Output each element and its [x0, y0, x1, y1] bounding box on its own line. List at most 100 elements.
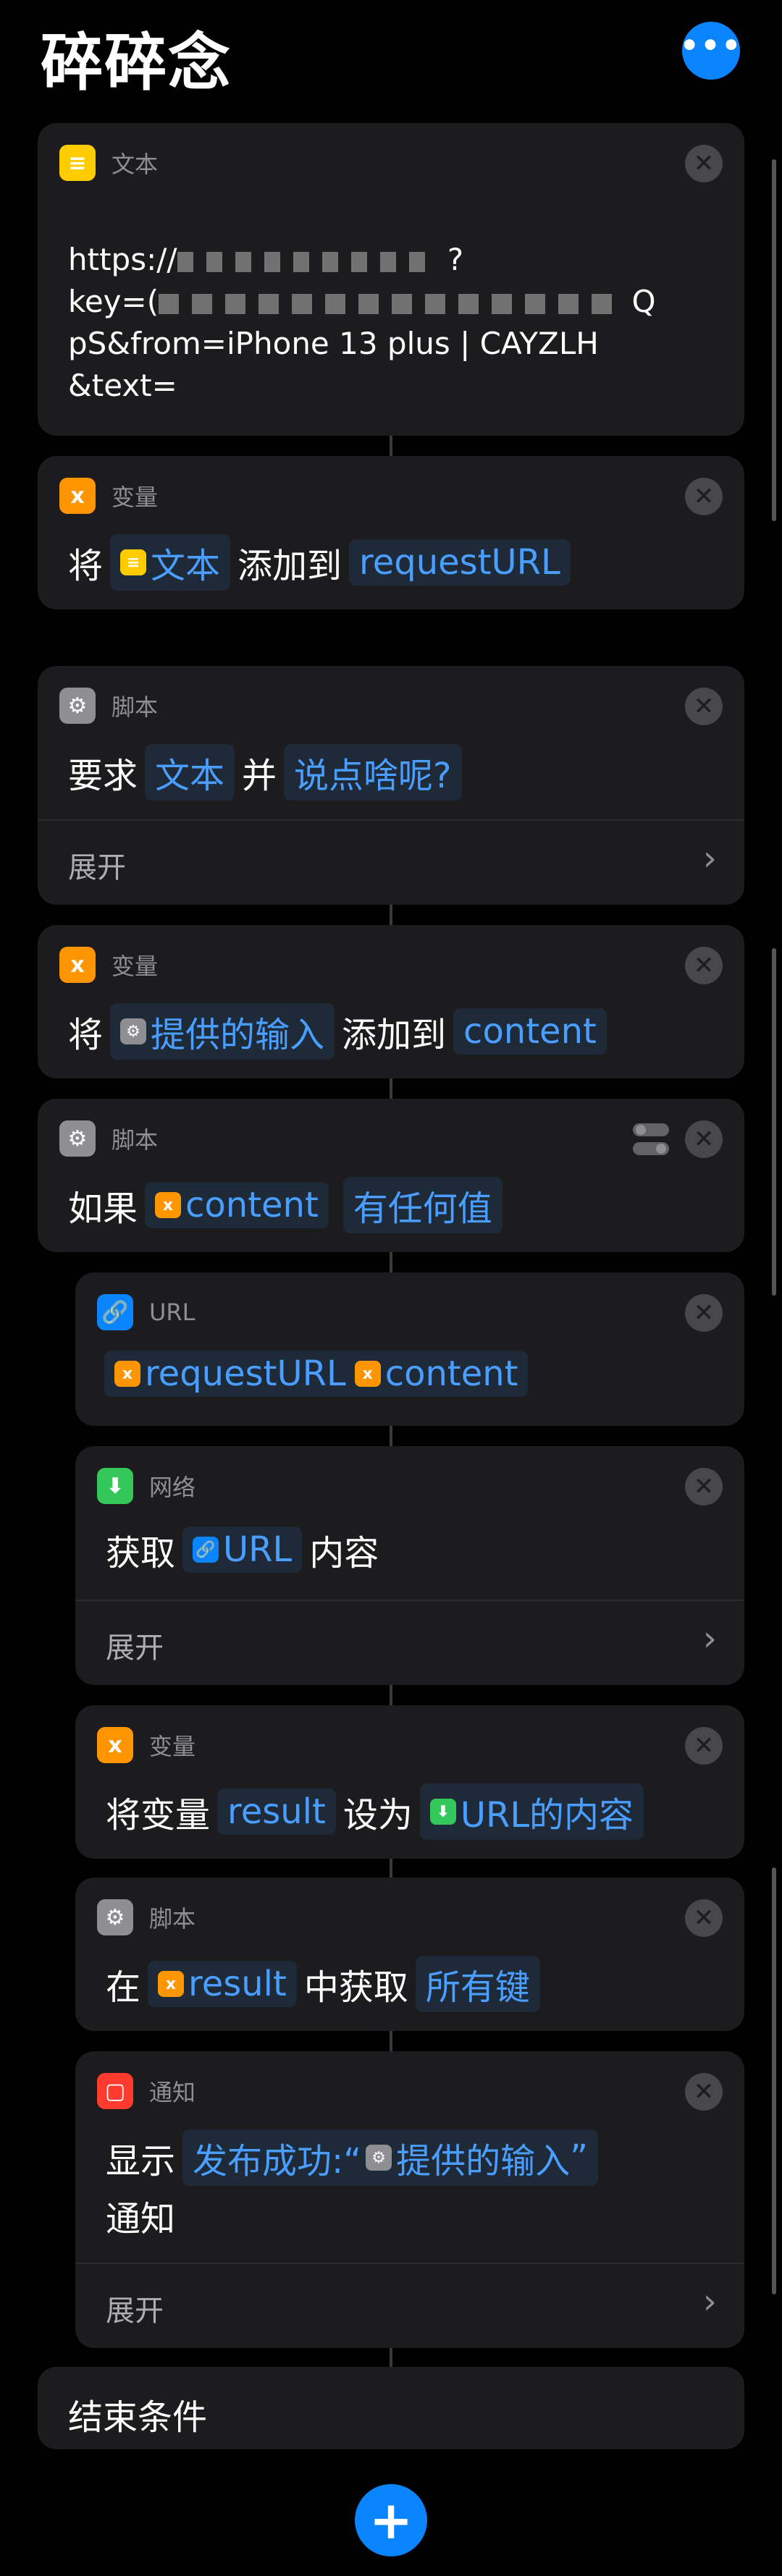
close-icon[interactable]: ✕ — [685, 2073, 723, 2111]
close-icon[interactable]: ✕ — [685, 145, 723, 182]
text-line: https:// — [68, 242, 177, 277]
provided-input-token[interactable]: ⚙ 提供的输入 — [110, 1003, 335, 1060]
connector — [390, 903, 392, 926]
chevron-right-icon[interactable]: › — [703, 838, 717, 879]
action-label: 变量 — [112, 953, 159, 980]
token-label: requestURL — [145, 1354, 346, 1394]
if-action-card[interactable]: ⚙ 脚本 ✕ 如果 x content 有任何值 — [38, 1099, 744, 1252]
variable-token[interactable]: result — [217, 1789, 336, 1835]
redacted — [177, 251, 438, 272]
variable-token[interactable]: x result — [148, 1961, 297, 2007]
type-token[interactable]: 文本 — [145, 744, 235, 801]
text-line: &text= — [68, 368, 177, 403]
end-label: 结束条件 — [68, 2397, 208, 2438]
token-label: result — [188, 1964, 287, 2004]
scrollbar[interactable] — [772, 1867, 776, 2294]
more-button[interactable]: ••• — [679, 22, 743, 80]
divider — [38, 819, 744, 821]
gear-icon: ⚙ — [59, 688, 96, 724]
action-label: 脚本 — [112, 1126, 159, 1154]
variable-token[interactable]: requestURL — [349, 539, 571, 586]
variable-icon: x — [59, 947, 96, 983]
text-icon: ≡ — [120, 549, 147, 575]
page-title: 碎碎念 — [41, 27, 232, 99]
variable-icon: x — [114, 1361, 140, 1387]
expand-label[interactable]: 展开 — [106, 2287, 164, 2329]
end-if-action-card[interactable]: 结束条件 — [38, 2367, 744, 2449]
link-icon: 🔗 — [97, 1294, 133, 1330]
connector — [390, 1856, 392, 1879]
close-icon[interactable]: ✕ — [685, 1468, 723, 1506]
chevron-right-icon[interactable]: › — [703, 2281, 717, 2322]
text-line: pS&from=iPhone 13 plus | CAYZLH — [68, 326, 599, 361]
action-label: 文本 — [112, 151, 159, 178]
text-action-card[interactable]: ≡ 文本 ✕ https:// ? key=( Q pS&from=iPhone … — [38, 123, 744, 436]
message-token[interactable]: 发布成功:“ ⚙ 提供的输入” — [182, 2129, 598, 2186]
scrollbar[interactable] — [772, 948, 776, 1296]
text-line: Q — [631, 284, 656, 319]
expand-label[interactable]: 展开 — [68, 844, 126, 886]
token-label: URL的内容 — [460, 1795, 634, 1836]
close-icon[interactable]: ✕ — [685, 1120, 723, 1158]
variable-token[interactable]: x content — [145, 1182, 329, 1228]
action-label: 网络 — [149, 1474, 196, 1501]
text-token[interactable]: ≡ 文本 — [110, 534, 231, 591]
ask-input-action-card[interactable]: ⚙ 脚本 ✕ 要求 文本 并 说点啥呢? 展开 › — [38, 666, 744, 905]
connector — [390, 1077, 392, 1099]
action-label: 变量 — [149, 1733, 196, 1760]
chevron-right-icon[interactable]: › — [703, 1618, 717, 1659]
action-label: 通知 — [149, 2079, 196, 2106]
close-icon[interactable]: ✕ — [685, 1727, 723, 1765]
variable-icon: x — [155, 1192, 182, 1218]
scrollbar[interactable] — [772, 159, 776, 521]
body-text: 中获取 — [303, 1967, 408, 2008]
plus-icon: + — [369, 2490, 413, 2551]
expand-label[interactable]: 展开 — [106, 1624, 164, 1666]
body-text: 添加到 — [237, 546, 342, 586]
close-icon[interactable]: ✕ — [685, 947, 723, 984]
action-label: 脚本 — [149, 1905, 196, 1933]
connector — [390, 2030, 392, 2053]
body-text: 设为 — [342, 1795, 413, 1836]
close-icon[interactable]: ✕ — [685, 1899, 723, 1937]
token-label: 提供的输入 — [396, 2141, 571, 2182]
download-icon: ⬇ — [429, 1799, 456, 1825]
variable-icon: x — [97, 1727, 133, 1763]
connector — [390, 1424, 392, 1448]
set-variable-action-card[interactable]: x 变量 ✕ 将变量 result 设为 ⬇ URL的内容 — [75, 1705, 744, 1859]
body-text: 将 — [68, 1015, 104, 1055]
text-line: ? — [447, 242, 464, 277]
toggle-icon[interactable] — [633, 1123, 669, 1157]
ellipsis-icon: ••• — [679, 28, 743, 63]
url-content-token[interactable]: ⬇ URL的内容 — [419, 1783, 644, 1840]
download-icon: ⬇ — [97, 1468, 133, 1504]
condition-token[interactable]: 有任何值 — [342, 1177, 503, 1233]
notification-action-card[interactable]: ▢ 通知 ✕ 显示 发布成功:“ ⚙ 提供的输入” 通知 展开 › — [75, 2051, 744, 2348]
network-action-card[interactable]: ⬇ 网络 ✕ 获取 🔗 URL 内容 展开 › — [75, 1446, 744, 1685]
close-icon[interactable]: ✕ — [685, 688, 723, 725]
connector — [390, 1251, 392, 1274]
connector — [390, 1684, 392, 1707]
body-text: 将 — [68, 546, 104, 586]
add-action-button[interactable]: + — [355, 2484, 427, 2556]
url-action-card[interactable]: 🔗 URL ✕ x requestURL x content — [75, 1272, 744, 1426]
get-dictionary-action-card[interactable]: ⚙ 脚本 ✕ 在 x result 中获取 所有键 — [75, 1878, 744, 2031]
close-icon[interactable]: ✕ — [685, 1294, 723, 1332]
variable-icon: x — [158, 1971, 185, 1997]
body-text: 内容 — [309, 1533, 379, 1574]
body-text: 将变量 — [106, 1795, 211, 1836]
variable-token[interactable]: x requestURL x content — [104, 1351, 529, 1397]
body-text: 并 — [242, 756, 277, 796]
variable-token[interactable]: content — [453, 1008, 607, 1055]
value-token[interactable]: 所有键 — [415, 1956, 540, 2012]
body-text: 在 — [106, 1967, 141, 2008]
text-content[interactable]: https:// ? key=( Q pS&from=iPhone 13 plu… — [68, 239, 656, 407]
text-icon: ≡ — [59, 145, 96, 181]
action-label: 脚本 — [112, 693, 159, 721]
prompt-token[interactable]: 说点啥呢? — [284, 744, 462, 801]
close-icon[interactable]: ✕ — [685, 478, 723, 515]
body-text: 如果 — [68, 1188, 138, 1229]
variable-action-card[interactable]: x 变量 ✕ 将 ⚙ 提供的输入 添加到 content — [38, 925, 744, 1078]
variable-action-card[interactable]: x 变量 ✕ 将 ≡ 文本 添加到 requestURL — [38, 456, 744, 609]
url-token[interactable]: 🔗 URL — [182, 1526, 303, 1573]
